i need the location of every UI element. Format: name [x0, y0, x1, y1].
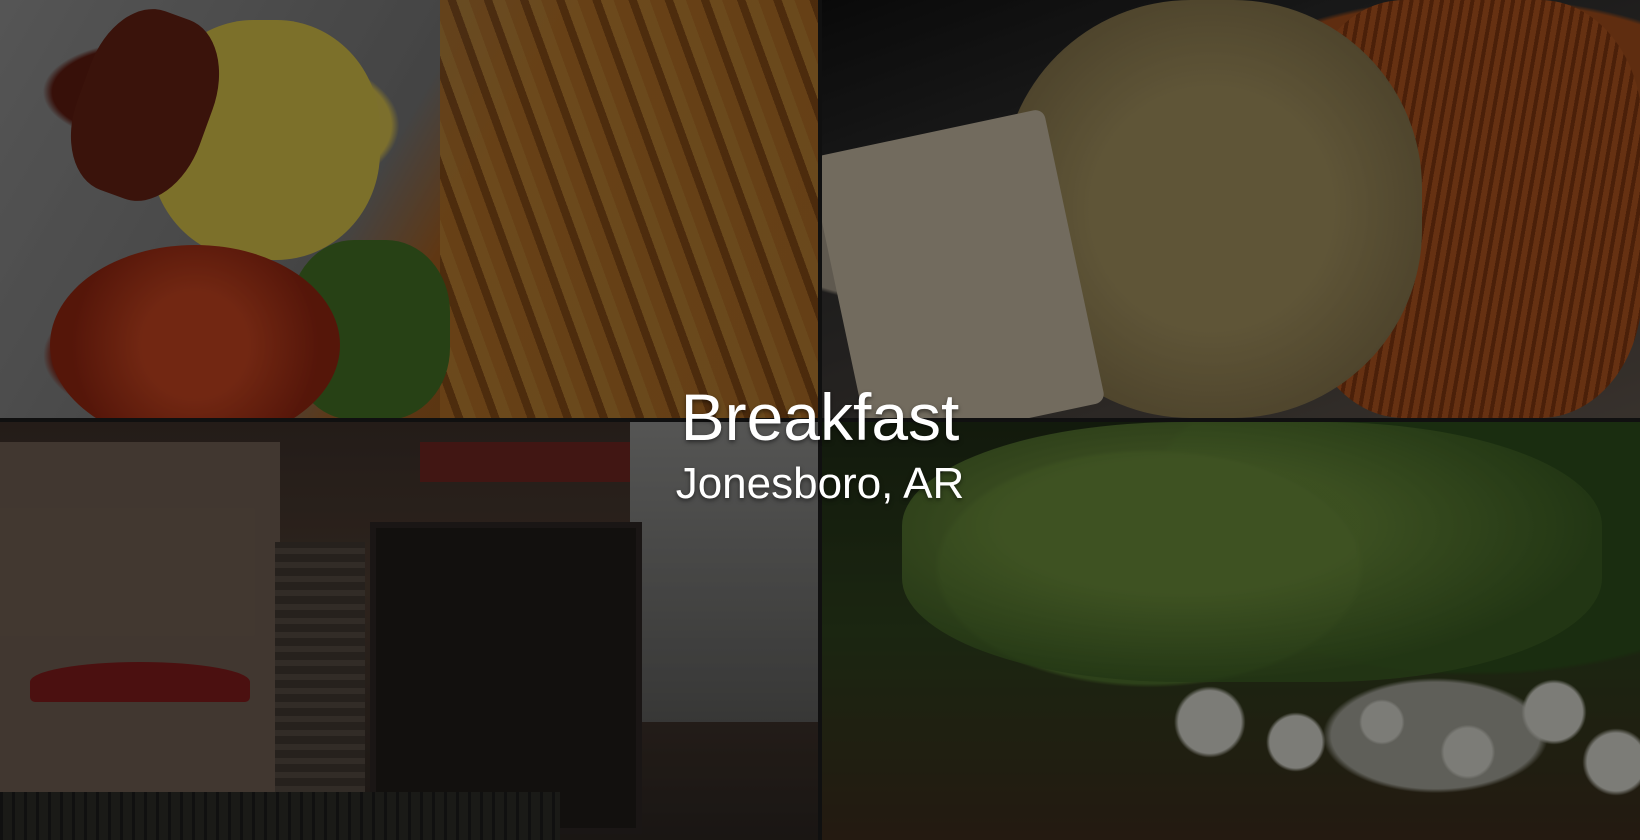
page-title: Breakfast	[680, 380, 960, 454]
location-subtitle: Jonesboro, AR	[675, 459, 965, 508]
hero-text: Breakfast Jonesboro, AR	[0, 378, 1640, 510]
